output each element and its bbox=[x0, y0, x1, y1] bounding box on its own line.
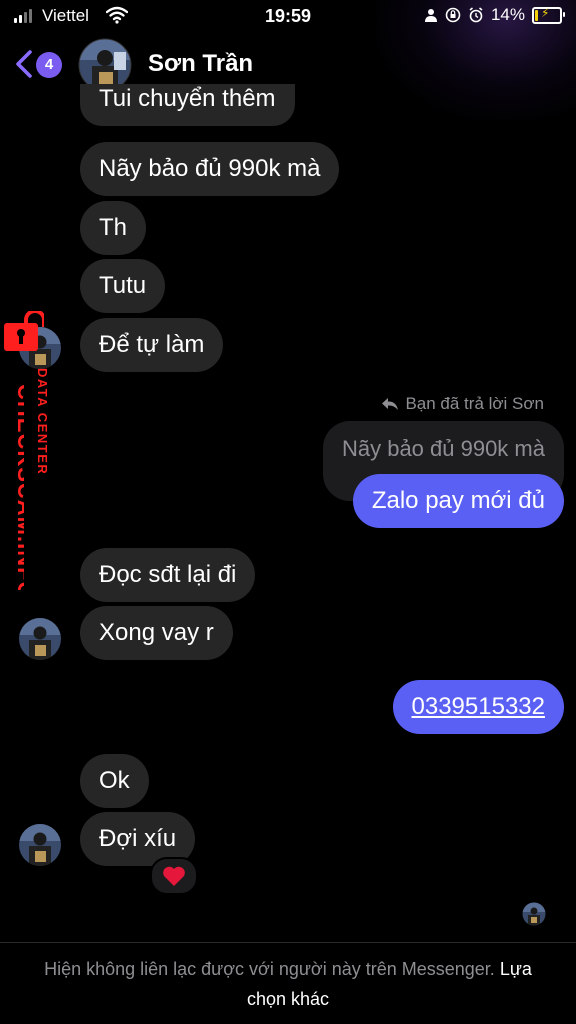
message-bubble[interactable]: Xong vay r bbox=[80, 606, 233, 660]
outgoing-phone-number-link[interactable]: 0339515332 bbox=[392, 680, 564, 734]
battery-charging-icon: ⚡ bbox=[532, 6, 565, 24]
reply-note-label: Bạn đã trả lời Sơn bbox=[405, 394, 544, 413]
orientation-lock-icon bbox=[445, 7, 461, 23]
unread-count-badge[interactable]: 4 bbox=[36, 52, 62, 78]
message-bubble[interactable]: Đọc sđt lại đi bbox=[80, 548, 256, 602]
contact-avatar-small[interactable] bbox=[18, 617, 62, 661]
heart-reaction[interactable] bbox=[150, 857, 198, 895]
battery-percentage: 14% bbox=[490, 5, 525, 24]
message-bubble[interactable]: Th bbox=[80, 201, 147, 255]
reply-note: Bạn đã trả lời Sơn bbox=[381, 394, 544, 414]
footer-divider bbox=[0, 942, 576, 943]
watermark-sub-text: DATA CENTER bbox=[35, 368, 50, 475]
lock-icon bbox=[4, 311, 44, 351]
message-bubble[interactable]: Nãy bảo đủ 990k mà bbox=[80, 142, 340, 196]
back-chevron-icon[interactable] bbox=[12, 48, 36, 80]
outgoing-message-bubble[interactable]: Zalo pay mới đủ bbox=[352, 474, 564, 528]
person-icon bbox=[424, 9, 437, 22]
contact-avatar-small[interactable] bbox=[18, 823, 62, 867]
watermark-sub-label: DATA CENTER bbox=[35, 368, 50, 475]
contact-name[interactable]: Sơn Trần bbox=[148, 50, 253, 78]
heart-icon bbox=[163, 866, 185, 886]
unavailable-notice: Hiện không liên lạc được với người này t… bbox=[44, 959, 495, 979]
alarm-icon bbox=[469, 7, 483, 23]
reply-arrow-icon bbox=[382, 398, 399, 410]
unavailable-footer: Hiện không liên lạc được với người này t… bbox=[40, 954, 536, 1014]
messenger-chat-screen: Viettel 19:59 14% ⚡ 4 Sơn Trần Tui chuyể… bbox=[0, 0, 576, 1024]
message-bubble[interactable]: Ok bbox=[80, 754, 149, 808]
message-bubble[interactable]: Tutu bbox=[80, 259, 166, 313]
status-bar: Viettel 19:59 14% ⚡ bbox=[0, 0, 576, 34]
seen-avatar-indicator bbox=[522, 902, 546, 926]
checkscam-watermark: CHECKSCAM.INFO DATA CENTER bbox=[13, 384, 24, 590]
message-bubble[interactable]: Để tự làm bbox=[80, 318, 224, 372]
message-bubble[interactable]: Tui chuyển thêm bbox=[80, 84, 295, 126]
watermark-brand: CHECKSCAM.INFO bbox=[13, 384, 24, 590]
